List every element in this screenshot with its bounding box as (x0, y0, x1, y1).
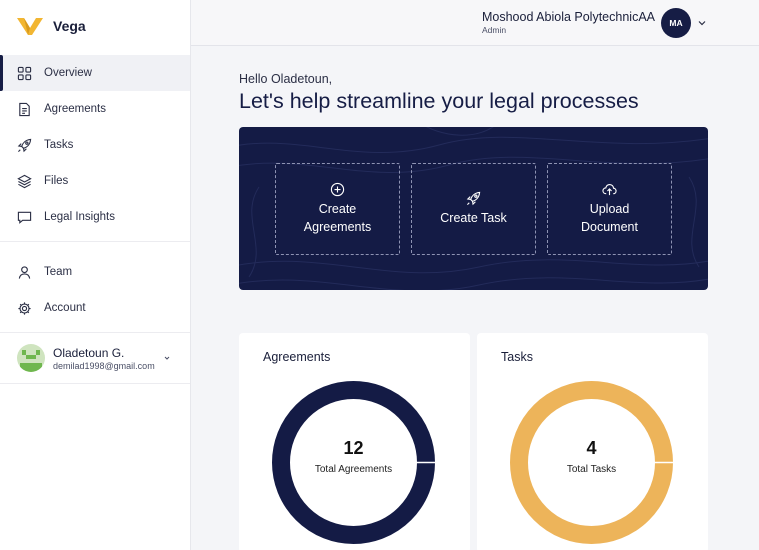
sidebar-item-files[interactable]: Files (0, 163, 190, 199)
card-title: Agreements (263, 350, 331, 364)
cloud-upload-icon (602, 183, 617, 196)
brand[interactable]: Vega (0, 0, 190, 52)
sidebar-item-label: Account (44, 302, 86, 314)
page-title: Let's help streamline your legal process… (239, 89, 639, 113)
user-email: demilad1998@gmail.com (53, 360, 155, 371)
sidebar-item-label: Legal Insights (44, 211, 115, 223)
sidebar-item-team[interactable]: Team (0, 254, 190, 290)
action-label-line1: Create (318, 202, 357, 216)
topbar: Moshood Abiola PolytechnicAA Admin MA (191, 0, 759, 46)
plus-circle-icon (330, 182, 345, 197)
sidebar-item-legal-insights[interactable]: Legal Insights (0, 199, 190, 235)
user-profile-menu[interactable]: Oladetoun G. demilad1998@gmail.com (0, 332, 190, 384)
tasks-donut-chart (510, 381, 673, 544)
action-label-line2: Agreements (303, 220, 372, 234)
total-count: 4 (586, 438, 597, 458)
organization-name: Moshood Abiola PolytechnicAA (481, 10, 655, 24)
total-label: Total Tasks (566, 464, 617, 475)
agreements-summary-card[interactable]: Agreements 12 Total Agreements (239, 333, 470, 550)
total-count: 12 (343, 438, 364, 458)
document-icon (19, 102, 30, 116)
chevron-down-icon[interactable] (697, 18, 707, 28)
greeting: Hello Oladetoun, (239, 72, 333, 86)
sidebar-item-tasks[interactable]: Tasks (0, 127, 190, 163)
total-label: Total Agreements (314, 464, 393, 475)
action-label-line2: Document (581, 220, 638, 234)
person-icon (18, 265, 31, 279)
sidebar-nav: Overview Agreements Tasks Files Legal In… (0, 55, 190, 326)
create-agreements-button[interactable]: Create Agreements (275, 163, 400, 255)
grid-icon (17, 66, 32, 80)
sidebar-item-account[interactable]: Account (0, 290, 190, 326)
gear-icon (18, 301, 31, 315)
brand-name: Vega (53, 18, 86, 34)
layers-icon (17, 174, 32, 188)
tasks-summary-card[interactable]: Tasks 4 Total Tasks (477, 333, 708, 550)
card-title: Tasks (501, 350, 533, 364)
chat-icon (17, 211, 32, 224)
vega-logo-icon (17, 18, 43, 35)
sidebar-item-label: Overview (44, 67, 92, 79)
organization-switcher[interactable]: Moshood Abiola PolytechnicAA Admin (482, 10, 655, 35)
chevron-down-icon (164, 356, 170, 360)
rocket-icon (466, 191, 481, 206)
avatar (17, 344, 45, 372)
create-task-button[interactable]: Create Task (411, 163, 536, 255)
rocket-icon (17, 138, 32, 152)
action-label-line1: Upload (589, 202, 630, 216)
quick-actions-banner: Create Agreements Create Task Upload Doc… (239, 127, 708, 290)
user-role: Admin (481, 25, 507, 35)
sidebar-item-label: Tasks (44, 139, 74, 151)
user-name: Oladetoun G. (53, 345, 125, 360)
sidebar-item-agreements[interactable]: Agreements (0, 91, 190, 127)
agreements-donut-chart (272, 381, 435, 544)
upload-document-button[interactable]: Upload Document (547, 163, 672, 255)
nav-divider (0, 241, 190, 254)
user-info: Oladetoun G. demilad1998@gmail.com (53, 346, 155, 371)
profile-avatar[interactable]: MA (661, 8, 691, 38)
sidebar-item-label: Files (44, 175, 69, 187)
sidebar: Vega Overview Agreements Tasks Files Leg… (0, 0, 191, 550)
action-label-line1: Create Task (440, 211, 507, 225)
sidebar-item-overview[interactable]: Overview (0, 55, 190, 91)
sidebar-item-label: Agreements (44, 103, 107, 115)
sidebar-item-label: Team (44, 266, 73, 278)
